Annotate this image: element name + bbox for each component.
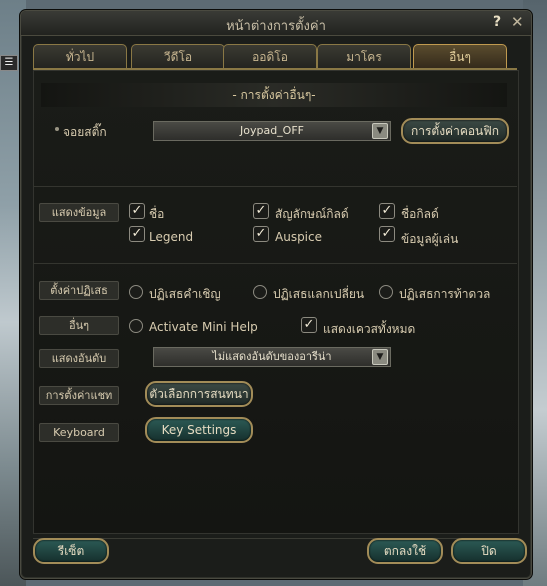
apply-button[interactable]: ตกลงใช้ (367, 538, 443, 564)
chevron-down-icon[interactable]: ▼ (372, 123, 388, 139)
joystick-dropdown[interactable]: Joypad_OFF ▼ (153, 121, 391, 141)
ranking-value: ไม่แสดงอันดับของอารีน่า (212, 350, 332, 363)
radio-mini-help[interactable] (129, 319, 143, 333)
other-label: อื่นๆ (39, 316, 119, 335)
option-guild-emblem-label: สัญลักษณ์กิลด์ (275, 207, 349, 221)
tab-general[interactable]: ทั่วไป (33, 44, 127, 69)
option-auspice-label: Auspice (275, 230, 322, 244)
tab-audio[interactable]: ออดิโอ (223, 44, 317, 69)
section-header: - การตั้งค่าอื่นๆ- (41, 83, 507, 107)
radio-reject-duel[interactable] (379, 285, 393, 299)
reset-button[interactable]: รีเซ็ต (33, 538, 109, 564)
tab-video[interactable]: วีดีโอ (131, 44, 225, 69)
display-info-label: แสดงข้อมูล (39, 203, 119, 222)
ranking-label: แสดงอันดับ (39, 349, 119, 368)
key-settings-button[interactable]: Key Settings (145, 417, 253, 443)
checkbox-show-all-quests[interactable]: ✓ (301, 317, 317, 333)
close-icon[interactable]: ✕ (511, 13, 524, 31)
tab-macro[interactable]: มาโคร (317, 44, 411, 69)
config-button[interactable]: การตั้งค่าคอนฟิก (401, 118, 509, 144)
radio-reject-trade[interactable] (253, 285, 267, 299)
divider (33, 186, 517, 187)
option-player-info-label: ข้อมูลผู้เล่น (401, 232, 459, 246)
footer-divider (33, 538, 517, 539)
option-reject-trade-label: ปฏิเสธแลกเปลี่ยน (273, 287, 365, 301)
chat-label: การตั้งค่าแชท (39, 386, 119, 405)
settings-window: หน้าต่างการตั้งค่า ? ✕ ทั่วไป วีดีโอ ออด… (20, 10, 532, 579)
title-bar[interactable]: หน้าต่างการตั้งค่า ? ✕ (21, 11, 531, 36)
option-legend-label: Legend (149, 230, 194, 244)
checkbox-guild-name[interactable]: ✓ (379, 203, 395, 219)
window-title: หน้าต่างการตั้งค่า (226, 19, 326, 34)
radio-reject-invite[interactable] (129, 285, 143, 299)
reject-label: ตั้งค่าปฏิเสธ (39, 281, 119, 300)
checkbox-player-info[interactable]: ✓ (379, 226, 395, 242)
checkbox-legend[interactable]: ✓ (129, 226, 145, 242)
tab-other[interactable]: อื่นๆ (413, 44, 507, 69)
joystick-label: จอยสติ๊ก (63, 125, 107, 139)
chevron-down-icon[interactable]: ▼ (372, 349, 388, 365)
keyboard-label: Keyboard (39, 423, 119, 442)
joystick-value: Joypad_OFF (239, 124, 304, 137)
bullet-icon (55, 127, 59, 131)
help-icon[interactable]: ? (493, 14, 501, 30)
option-mini-help-label: Activate Mini Help (149, 320, 258, 334)
option-reject-duel-label: ปฏิเสธการท้าดวล (399, 287, 491, 301)
ranking-dropdown[interactable]: ไม่แสดงอันดับของอารีน่า ▼ (153, 347, 391, 367)
option-name-label: ชื่อ (149, 207, 165, 221)
divider (33, 263, 517, 264)
chat-options-button[interactable]: ตัวเลือกการสนทนา (145, 381, 253, 407)
option-guild-name-label: ชื่อกิลด์ (401, 207, 439, 221)
checkbox-guild-emblem[interactable]: ✓ (253, 203, 269, 219)
close-button[interactable]: ปิด (451, 538, 527, 564)
option-reject-invite-label: ปฏิเสธคำเชิญ (149, 287, 221, 301)
checkbox-name[interactable]: ✓ (129, 203, 145, 219)
option-show-all-quests-label: แสดงเควสทั้งหมด (323, 322, 416, 336)
side-menu-icon[interactable]: ☰ (0, 55, 18, 71)
checkbox-auspice[interactable]: ✓ (253, 226, 269, 242)
